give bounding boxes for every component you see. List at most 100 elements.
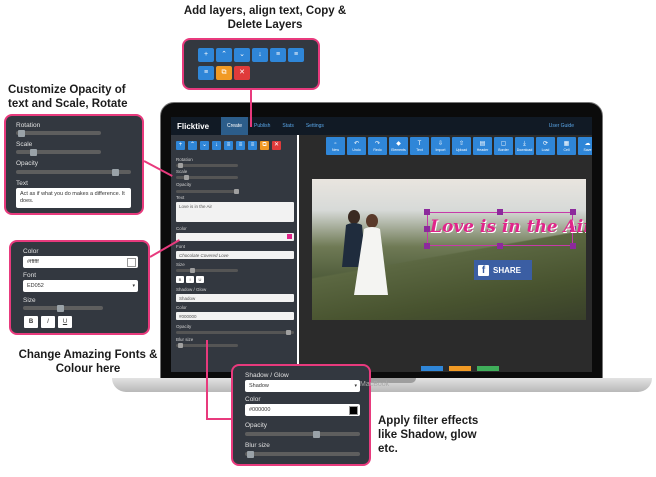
text-input[interactable]: Act as if what you do makes a difference…	[16, 188, 131, 208]
blur-label: Blur size	[245, 442, 270, 449]
load-button[interactable]: ⟳ Load	[536, 137, 555, 155]
italic-button[interactable]: I	[186, 276, 194, 283]
redo-icon: ↷	[374, 140, 381, 147]
resize-handle[interactable]	[570, 209, 576, 215]
save-button[interactable]: ☁ Save	[578, 137, 592, 155]
filter-callout: Shadow / Glow Shadow ▾ Color #000000 Opa…	[231, 364, 371, 466]
text-label: Text	[16, 180, 28, 187]
layer-toolbar-callout: + ⌃ ⌄ ↓ ≡ ≡ ≡ ⧉ ✕	[182, 38, 320, 90]
bottom-bar-blue	[421, 366, 443, 371]
shadow-color-input[interactable]: #000000	[176, 312, 294, 320]
tab-settings[interactable]: Settings	[300, 117, 330, 135]
copy-icon[interactable]: ⧉	[260, 141, 269, 150]
elements-button[interactable]: ◆ Elements	[389, 137, 408, 155]
font-select[interactable]: Chocolate Covered Love	[176, 251, 294, 259]
resize-handle[interactable]	[497, 243, 503, 249]
redo-button[interactable]: ↷ Redo	[368, 137, 387, 155]
caption-opacity: Customize Opacity of text and Scale, Rot…	[8, 84, 128, 110]
cell-button[interactable]: ▦ Cell	[557, 137, 576, 155]
layer-toolbar-mini: + ⌃ ⌄ ↓ ≡ ≡ ≡ ⧉ ✕	[176, 141, 281, 150]
color-input[interactable]	[176, 233, 294, 241]
resize-handle[interactable]	[424, 243, 430, 249]
size-slider[interactable]	[23, 304, 103, 312]
opacity-label: Opacity	[16, 160, 39, 167]
blur-slider[interactable]	[245, 450, 360, 458]
align-left-icon[interactable]: ≡	[224, 141, 233, 150]
cell-icon: ▦	[563, 140, 570, 147]
delete-icon[interactable]: ✕	[234, 66, 250, 80]
shadow-opacity-label: Opacity	[176, 324, 192, 329]
align-left-icon[interactable]: ≡	[270, 48, 286, 62]
chevron-down-icon: ▾	[354, 383, 357, 389]
rotation-slider[interactable]	[16, 129, 101, 137]
resize-handle[interactable]	[570, 243, 576, 249]
bottom-bar-green	[477, 366, 499, 371]
tab-create[interactable]: Create	[221, 117, 249, 135]
align-right-icon[interactable]: ≡	[248, 141, 257, 150]
align-center-icon[interactable]: ≡	[288, 48, 304, 62]
color-swatch[interactable]	[127, 258, 136, 267]
connector-line	[206, 340, 208, 420]
plus-icon[interactable]: +	[198, 48, 214, 62]
tab-publish[interactable]: Publish	[248, 117, 276, 135]
text-button[interactable]: T Text	[410, 137, 429, 155]
chevron-down-icon[interactable]: ⌄	[200, 141, 209, 150]
shadow-opacity-slider[interactable]	[176, 330, 294, 335]
share-button[interactable]: f SHARE	[474, 260, 532, 280]
size-slider[interactable]	[176, 268, 238, 273]
scale-slider[interactable]	[16, 148, 101, 156]
shadow-select[interactable]: Shadow	[176, 294, 294, 302]
bold-button[interactable]: B	[176, 276, 184, 283]
scale-slider[interactable]	[176, 175, 238, 180]
tab-stats[interactable]: Stats	[276, 117, 299, 135]
import-button[interactable]: ⇩ Import	[431, 137, 450, 155]
underline-button[interactable]: U	[196, 276, 204, 283]
chevron-down-icon[interactable]: ⌄	[234, 48, 250, 62]
underline-button[interactable]: U	[58, 316, 72, 328]
shadow-opacity-slider[interactable]	[245, 430, 360, 438]
canvas-headline[interactable]: Love is in the Air	[430, 217, 586, 237]
color-swatch[interactable]	[349, 406, 358, 415]
text-input[interactable]: Love is in the Air	[176, 202, 294, 222]
shadow-opacity-label: Opacity	[245, 422, 268, 429]
italic-button[interactable]: I	[41, 316, 55, 328]
chevron-up-icon[interactable]: ⌃	[216, 48, 232, 62]
upload-button[interactable]: ⇧ Upload	[452, 137, 471, 155]
bottom-bar-orange	[449, 366, 471, 371]
align-center-icon[interactable]: ≡	[236, 141, 245, 150]
import-icon: ⇩	[437, 140, 444, 147]
chevron-down-icon: ▾	[132, 283, 135, 289]
border-button[interactable]: ▢ Border	[494, 137, 513, 155]
undo-button[interactable]: ↶ Undo	[347, 137, 366, 155]
undo-icon: ↶	[353, 140, 360, 147]
text-label: Text	[176, 195, 185, 200]
shadow-select[interactable]: Shadow ▾	[245, 380, 360, 392]
opacity-callout: Rotation Scale Opacity Text Act as if wh…	[4, 114, 144, 215]
align-right-icon[interactable]: ≡	[198, 66, 214, 80]
opacity-slider[interactable]	[176, 189, 239, 194]
caption-layers: Add layers, align text, Copy & Delete La…	[183, 5, 347, 31]
arrow-down-icon[interactable]: ↓	[212, 141, 221, 150]
new-button[interactable]: ▫ New	[326, 137, 345, 155]
font-select[interactable]: ED052 ▾	[23, 280, 138, 292]
connector-line	[250, 90, 252, 127]
bold-button[interactable]: B	[24, 316, 38, 328]
download-button[interactable]: ⤓ Download	[515, 137, 534, 155]
arrow-down-icon[interactable]: ↓	[252, 48, 268, 62]
connector-line	[206, 418, 231, 420]
shadow-color-input[interactable]: #000000	[245, 404, 360, 416]
chevron-up-icon[interactable]: ⌃	[188, 141, 197, 150]
user-guide-link[interactable]: User Guide	[549, 123, 574, 129]
header-button[interactable]: ▤ Header	[473, 137, 492, 155]
copy-icon[interactable]: ⧉	[216, 66, 232, 80]
rotation-slider[interactable]	[176, 163, 238, 168]
resize-handle[interactable]	[424, 209, 430, 215]
color-swatch[interactable]	[287, 234, 292, 239]
plus-icon[interactable]: +	[176, 141, 185, 150]
opacity-slider[interactable]	[16, 168, 131, 176]
delete-icon[interactable]: ✕	[272, 141, 281, 150]
design-canvas[interactable]: Love is in the Air f SHARE	[312, 179, 586, 320]
resize-handle[interactable]	[497, 209, 503, 215]
font-label: Font	[176, 244, 186, 249]
color-input[interactable]: #ffffff	[23, 256, 138, 268]
